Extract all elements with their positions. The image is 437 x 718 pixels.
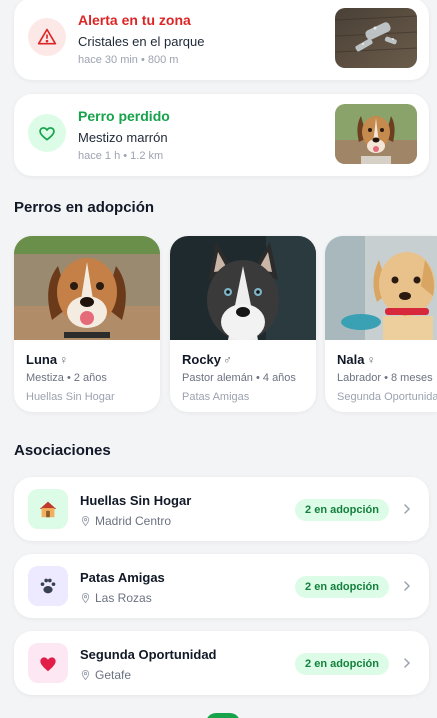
association-location: Getafe — [80, 668, 131, 682]
dog-card-luna[interactable]: Luna ♀ Mestiza • 2 años Huellas Sin Hogar — [14, 236, 160, 412]
female-icon: ♀ — [366, 353, 376, 367]
male-icon: ♂ — [223, 353, 233, 367]
alert-title: Alerta en tu zona — [78, 12, 191, 28]
heart-icon — [28, 643, 68, 683]
associations-section-title: Asociaciones — [14, 442, 111, 459]
location-pin-icon — [81, 516, 90, 527]
association-name: Patas Amigas — [80, 570, 165, 585]
female-icon: ♀ — [59, 353, 69, 367]
dog-photo-nala — [325, 236, 437, 340]
alert-meta: hace 1 h • 1.2 km — [78, 150, 164, 162]
association-location: Las Rozas — [80, 591, 152, 605]
house-icon — [28, 489, 68, 529]
dog-name: Luna ♀ — [26, 352, 69, 367]
chevron-right-icon — [404, 658, 411, 668]
dog-photo-rocky — [170, 236, 316, 340]
dog-organization: Patas Amigas — [182, 391, 250, 403]
association-segunda-oportunidad[interactable]: Segunda Oportunidad Getafe 2 en adopción — [14, 631, 429, 695]
lost-dog-photo — [335, 104, 417, 164]
alert-photo — [335, 8, 417, 68]
dog-breed: Mestiza • 2 años — [26, 372, 107, 384]
dog-name: Nala ♀ — [337, 352, 376, 367]
alert-subtitle: Mestizo marrón — [78, 130, 168, 145]
heart-icon — [28, 114, 66, 152]
location-pin-icon — [81, 593, 90, 604]
association-location: Madrid Centro — [80, 514, 171, 528]
floating-action-button[interactable] — [206, 713, 240, 718]
adoption-count-badge: 2 en adopción — [295, 653, 389, 675]
dog-organization: Segunda Oportunidad — [337, 391, 437, 403]
warning-triangle-icon — [28, 18, 66, 56]
dog-card-nala[interactable]: Nala ♀ Labrador • 8 meses Segunda Oportun… — [325, 236, 437, 412]
dog-card-rocky[interactable]: Rocky ♂ Pastor alemán • 4 años Patas Amig… — [170, 236, 316, 412]
adoption-count-badge: 2 en adopción — [295, 499, 389, 521]
dog-breed: Labrador • 8 meses — [337, 372, 433, 384]
dog-photo-luna — [14, 236, 160, 340]
alert-card-zone[interactable]: Alerta en tu zona Cristales en el parque… — [14, 0, 429, 80]
association-name: Huellas Sin Hogar — [80, 493, 192, 508]
dog-name: Rocky ♂ — [182, 352, 233, 367]
chevron-right-icon — [404, 581, 411, 591]
chevron-right-icon — [404, 504, 411, 514]
location-pin-icon — [81, 670, 90, 681]
alert-title: Perro perdido — [78, 108, 170, 124]
association-patas-amigas[interactable]: Patas Amigas Las Rozas 2 en adopción — [14, 554, 429, 618]
dog-organization: Huellas Sin Hogar — [26, 391, 115, 403]
adoption-section-title: Perros en adopción — [14, 199, 155, 216]
paw-icon — [28, 566, 68, 606]
dog-breed: Pastor alemán • 4 años — [182, 372, 296, 384]
adoption-count-badge: 2 en adopción — [295, 576, 389, 598]
alert-subtitle: Cristales en el parque — [78, 34, 205, 49]
association-huellas-sin-hogar[interactable]: Huellas Sin Hogar Madrid Centro 2 en ado… — [14, 477, 429, 541]
association-name: Segunda Oportunidad — [80, 647, 217, 662]
alert-card-lost-dog[interactable]: Perro perdido Mestizo marrón hace 1 h • … — [14, 94, 429, 176]
alert-meta: hace 30 min • 800 m — [78, 54, 179, 66]
